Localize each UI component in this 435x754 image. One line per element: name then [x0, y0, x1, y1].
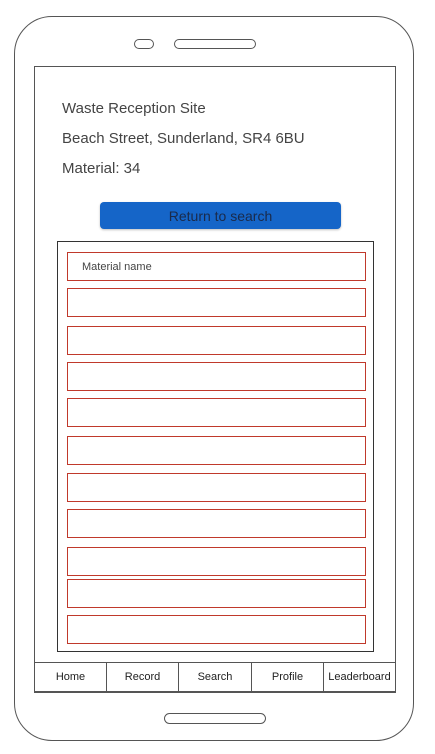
return-to-search-button[interactable]: Return to search	[100, 202, 341, 229]
bottom-tab-bar: Home Record Search Profile Leaderboard	[34, 662, 396, 692]
site-name: Waste Reception Site	[62, 100, 206, 117]
list-item[interactable]	[67, 473, 366, 502]
camera-icon	[134, 39, 154, 49]
list-item[interactable]	[67, 547, 366, 576]
list-item[interactable]	[67, 326, 366, 355]
tab-profile[interactable]: Profile	[251, 663, 323, 691]
list-item[interactable]	[67, 509, 366, 538]
home-indicator	[164, 713, 266, 724]
list-item[interactable]	[67, 615, 366, 644]
list-item[interactable]	[67, 288, 366, 317]
list-item[interactable]	[67, 579, 366, 608]
list-item[interactable]: Material name	[67, 252, 366, 281]
site-address: Beach Street, Sunderland, SR4 6BU	[62, 130, 305, 147]
list-item[interactable]	[67, 362, 366, 391]
speaker-icon	[174, 39, 256, 49]
list-item[interactable]	[67, 398, 366, 427]
tab-search[interactable]: Search	[178, 663, 251, 691]
tab-home[interactable]: Home	[34, 663, 106, 691]
tab-leaderboard[interactable]: Leaderboard	[323, 663, 396, 691]
site-material: Material: 34	[62, 160, 141, 177]
tab-record[interactable]: Record	[106, 663, 178, 691]
list-item[interactable]	[67, 436, 366, 465]
